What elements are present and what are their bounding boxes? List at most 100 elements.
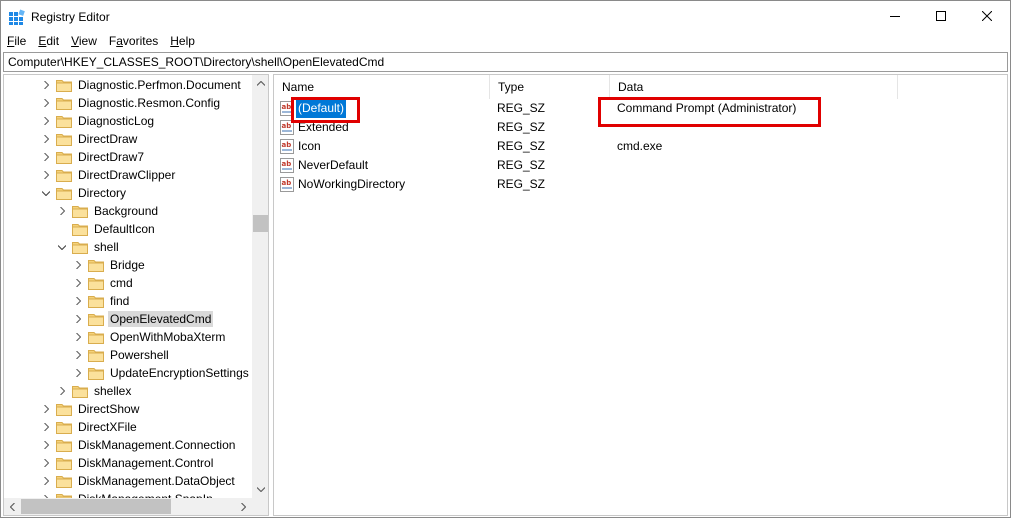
tree-horizontal-scrollbar[interactable] [4,498,268,515]
tree-item-label: cmd [110,276,133,290]
value-row[interactable]: ab Icon REG_SZ cmd.exe [274,137,1007,156]
chevron-down-icon[interactable] [40,187,52,199]
tree-item[interactable]: Diagnostic.Resmon.Config [40,94,222,112]
string-value-icon: ab [280,177,294,192]
value-row[interactable]: ab NoWorkingDirectory REG_SZ [274,175,1007,194]
tree-item-label: OpenElevatedCmd [108,311,214,327]
tree-item[interactable]: Diagnostic.Perfmon.Document [40,76,243,94]
value-type: REG_SZ [497,158,546,172]
chevron-right-icon[interactable] [40,475,52,487]
minimize-button[interactable] [872,1,918,31]
chevron-right-icon [241,502,246,511]
chevron-right-icon[interactable] [40,151,52,163]
title-bar[interactable]: Registry Editor [1,1,1010,32]
address-path: Computer\HKEY_CLASSES_ROOT\Directory\she… [8,55,385,69]
key-tree: Diagnostic.Perfmon.Document Diagnostic.Re… [4,75,252,498]
chevron-right-icon[interactable] [40,403,52,415]
tree-vertical-scroll-thumb[interactable] [253,215,268,232]
chevron-right-icon[interactable] [56,205,68,217]
chevron-right-icon[interactable] [40,169,52,181]
tree-item[interactable]: find [72,292,131,310]
tree-item-label: DiskManagement.Control [78,456,214,470]
tree-item[interactable]: Powershell [72,346,171,364]
column-header-data[interactable]: Data [610,75,898,99]
tree-item[interactable]: shell [56,238,121,256]
column-header-type[interactable]: Type [490,75,610,99]
tree-item[interactable]: DefaultIcon [56,220,157,238]
tree-item[interactable]: DiskManagement.SnapIn [40,490,215,498]
chevron-right-icon[interactable] [72,277,84,289]
tree-item[interactable]: DiskManagement.Control [40,454,215,472]
tree-vertical-scrollbar[interactable] [252,75,268,498]
maximize-button[interactable] [918,1,964,31]
tree-item[interactable]: OpenWithMobaXterm [72,328,227,346]
tree-item[interactable]: Directory [40,184,128,202]
chevron-right-icon[interactable] [72,259,84,271]
folder-icon [56,132,72,146]
menu-view[interactable]: View [65,32,103,51]
value-name: NeverDefault [298,158,369,172]
tree-item[interactable]: Bridge [72,256,147,274]
chevron-right-icon[interactable] [56,385,68,397]
chevron-right-icon[interactable] [40,457,52,469]
scroll-down-arrow[interactable] [252,481,268,498]
chevron-right-icon[interactable] [72,295,84,307]
folder-icon [56,438,72,452]
menu-edit[interactable]: Edit [32,32,65,51]
value-row[interactable]: ab NeverDefault REG_SZ [274,156,1007,175]
value-data: cmd.exe [617,139,663,153]
tree-item[interactable]: OpenElevatedCmd [72,310,214,328]
chevron-right-icon[interactable] [72,367,84,379]
tree-item[interactable]: DirectDraw7 [40,148,146,166]
tree-item[interactable]: DiskManagement.Connection [40,436,237,454]
address-bar[interactable]: Computer\HKEY_CLASSES_ROOT\Directory\she… [3,52,1008,72]
tree-item-label: DiskManagement.Connection [78,438,236,452]
tree-item[interactable]: Background [56,202,160,220]
close-button[interactable] [964,1,1010,31]
tree-item[interactable]: DirectDrawClipper [40,166,177,184]
chevron-right-icon[interactable] [40,439,52,451]
svg-text:ab: ab [282,103,292,111]
menu-favorites[interactable]: Favorites [103,32,164,51]
folder-icon [56,474,72,488]
tree-item[interactable]: DirectDraw [40,130,139,148]
menu-file[interactable]: File [1,32,32,51]
chevron-right-icon[interactable] [40,133,52,145]
chevron-right-icon[interactable] [40,97,52,109]
scroll-right-arrow[interactable] [235,498,252,515]
tree-item-label: UpdateEncryptionSettings [110,366,249,380]
tree-item[interactable]: cmd [72,274,135,292]
value-type: REG_SZ [497,177,546,191]
tree-item[interactable]: DiskManagement.DataObject [40,472,237,490]
tree-item-label: DiskManagement.SnapIn [76,491,215,498]
tree-item[interactable]: DirectXFile [40,418,139,436]
menu-help[interactable]: Help [164,32,201,51]
tree-item[interactable]: UpdateEncryptionSettings [72,364,251,382]
string-value-icon: ab [280,158,294,173]
tree-item-label: Bridge [110,258,145,272]
tree-item[interactable]: DiagnosticLog [40,112,156,130]
value-name: Icon [298,139,321,153]
chevron-right-icon[interactable] [40,79,52,91]
tree-horizontal-scroll-thumb[interactable] [21,499,171,514]
chevron-down-icon[interactable] [56,241,68,253]
tree-item[interactable]: shellex [56,382,133,400]
chevron-right-icon[interactable] [72,349,84,361]
chevron-right-icon[interactable] [72,313,84,325]
highlight-default-data [598,97,821,127]
tree-item[interactable]: DirectShow [40,400,141,418]
chevron-right-icon[interactable] [40,421,52,433]
scroll-up-arrow[interactable] [252,75,268,92]
scroll-left-arrow[interactable] [4,498,21,515]
tree-item-label: Directory [78,186,127,200]
folder-icon [72,384,88,398]
tree-item-label: OpenWithMobaXterm [110,330,226,344]
column-header-name[interactable]: Name [274,75,490,99]
chevron-right-icon[interactable] [40,115,52,127]
value-type: REG_SZ [497,139,546,153]
tree-item-label: DefaultIcon [94,222,155,236]
key-tree-pane[interactable]: Diagnostic.Perfmon.Document Diagnostic.Re… [3,74,269,516]
folder-icon [56,456,72,470]
chevron-right-icon[interactable] [72,331,84,343]
values-pane[interactable]: Name Type Data ab (Default) REG_SZ Command … [273,74,1008,516]
